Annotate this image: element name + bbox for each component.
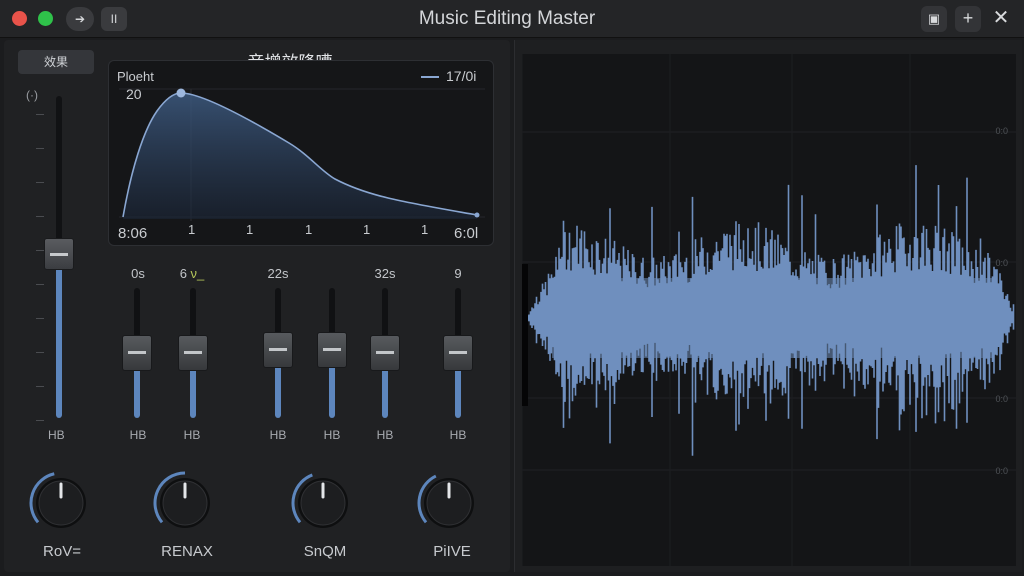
eq-legend-value: 17/0i <box>446 68 477 84</box>
eq-x-start: 8:06 <box>118 225 148 242</box>
knob-4[interactable] <box>416 470 482 536</box>
channel-5-fader-handle[interactable] <box>370 335 400 371</box>
db-label: 0:0 <box>995 126 1008 136</box>
master-label: (·) <box>26 88 38 102</box>
channel-5-value: 32ѕ <box>374 266 396 281</box>
eq-peak-node <box>176 88 186 98</box>
db-label: 0:0 <box>995 258 1008 268</box>
eq-end-node <box>474 212 480 218</box>
channel-2-value: 6 ν_ <box>179 266 205 281</box>
eq-x-tick: 1 <box>305 222 313 237</box>
channel-4-fader-handle[interactable] <box>317 332 347 369</box>
channel-3-value: 22ѕ <box>267 266 289 281</box>
master-fader-fill <box>56 254 62 418</box>
scale-tick <box>36 182 44 183</box>
eq-curve-svg <box>119 76 485 221</box>
knob-1[interactable] <box>28 470 94 536</box>
channel-2-fader-handle[interactable] <box>178 335 208 371</box>
knob-3-label: SnQM <box>303 543 347 560</box>
eq-x-tick: 1 <box>363 222 371 237</box>
preset-button[interactable]: 效果 <box>18 50 94 74</box>
db-label: 0:0 <box>995 394 1008 404</box>
channel-4-label: HB <box>323 428 341 442</box>
eq-x-tick: 1 <box>421 222 429 237</box>
waveform-display[interactable]: 0:0 0:0 0:0 0:0 <box>522 54 1016 566</box>
eq-label: Ploeht <box>117 69 154 84</box>
save-icon[interactable]: ▣ <box>921 6 947 32</box>
channel-1-value: 0ѕ <box>131 266 145 281</box>
knob-2[interactable] <box>152 470 218 536</box>
channel-2-accent: ν_ <box>190 266 205 281</box>
scale-tick <box>36 250 44 251</box>
master-fader-handle[interactable] <box>44 238 74 270</box>
scale-tick <box>36 148 44 149</box>
waveform-svg <box>522 54 1016 566</box>
knob-3[interactable] <box>290 470 356 536</box>
close-icon[interactable]: ✕ <box>988 6 1014 32</box>
scale-tick <box>36 216 44 217</box>
title-bar: ➔ II Music Editing Master ▣ + ✕ <box>0 0 1024 38</box>
eq-x-tick: 1 <box>188 222 196 237</box>
channel-1-label: HB <box>129 428 147 442</box>
channel-5-label: HB <box>376 428 394 442</box>
eq-x-end: 6:0l <box>454 225 479 242</box>
channel-6-value: 9 <box>454 266 462 281</box>
knob-1-label: RoV= <box>43 543 81 560</box>
master-output-label: HB <box>48 428 65 442</box>
playhead-marker <box>522 264 528 406</box>
channel-3-label: HB <box>269 428 287 442</box>
channel-6-fader-handle[interactable] <box>443 335 473 371</box>
eq-curve-area <box>123 93 477 219</box>
channel-1-fader-handle[interactable] <box>122 335 152 371</box>
scale-tick <box>36 114 44 115</box>
knob-2-label: RENAX <box>161 543 213 560</box>
scale-tick <box>36 318 44 319</box>
channel-6-label: HB <box>449 428 467 442</box>
eq-peak-value: 20 <box>126 86 142 102</box>
scale-tick <box>36 284 44 285</box>
knob-4-label: PiIVE <box>433 543 471 560</box>
app-title: Music Editing Master <box>418 8 596 29</box>
waveform-core <box>552 278 992 358</box>
scale-tick <box>36 352 44 353</box>
scale-tick <box>36 420 44 421</box>
db-label: 0:0 <box>995 466 1008 476</box>
add-icon[interactable]: + <box>955 6 981 32</box>
channel-2-label: HB <box>183 428 201 442</box>
scale-tick <box>36 386 44 387</box>
channel-3-fader-handle[interactable] <box>263 332 293 369</box>
eq-x-tick: 1 <box>246 222 254 237</box>
eq-graph[interactable] <box>108 60 494 246</box>
